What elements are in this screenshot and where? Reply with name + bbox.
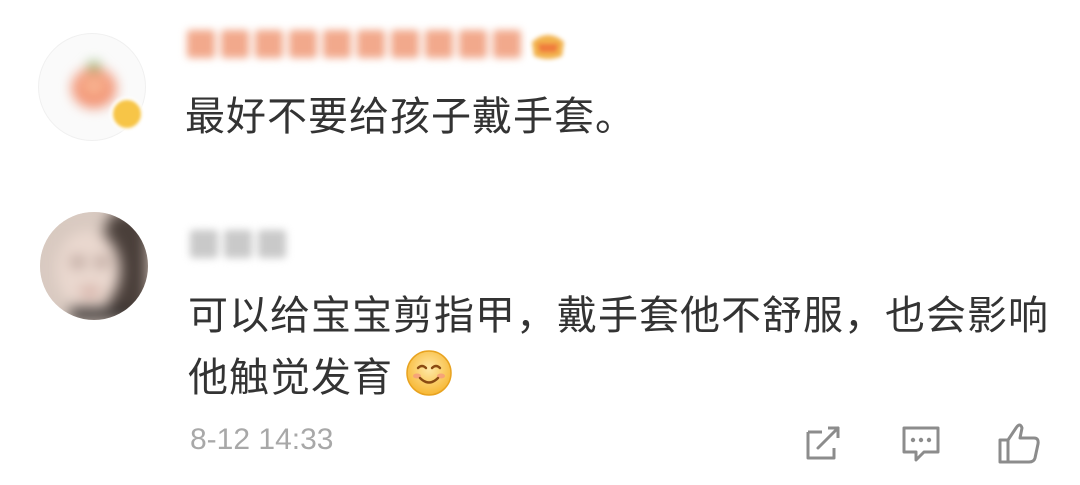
- portrait-avatar-icon: [40, 212, 148, 320]
- comment-text: 最好不要给孩子戴手套。: [185, 94, 636, 140]
- avatar[interactable]: [40, 212, 148, 320]
- like-icon: [998, 423, 1040, 464]
- fruit-avatar-icon: [72, 62, 116, 108]
- username[interactable]: [190, 226, 286, 262]
- reply-button[interactable]: [898, 420, 944, 466]
- comment-text: 可以给宝宝剪指甲，戴手套他不舒服，也会影响他触觉发育: [188, 285, 1058, 409]
- level-badge-icon: [532, 35, 564, 59]
- like-button[interactable]: [996, 420, 1042, 466]
- timestamp: 8-12 14:33: [190, 423, 334, 456]
- repost-icon: [806, 426, 840, 460]
- reply-icon: [902, 426, 940, 462]
- username[interactable]: [187, 26, 521, 62]
- comment-body: 可以给宝宝剪指甲，戴手套他不舒服，也会影响他触觉发育: [188, 293, 1049, 401]
- smiling-face-emoji-icon: [406, 350, 452, 396]
- vip-badge-icon: [110, 97, 144, 131]
- repost-button[interactable]: [800, 420, 846, 466]
